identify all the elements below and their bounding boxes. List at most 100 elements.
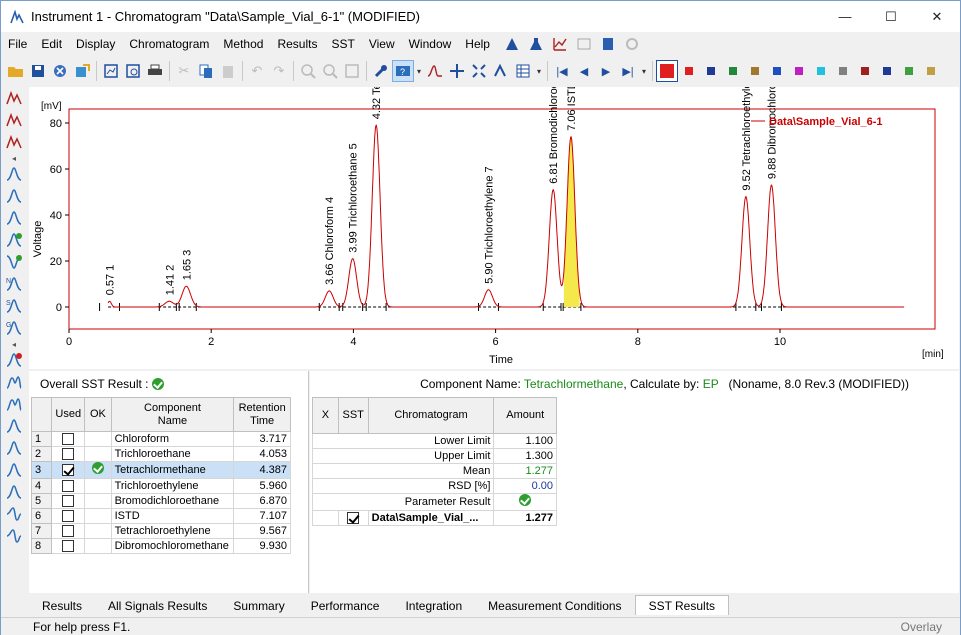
col-header-retention-time[interactable]: Retention Time	[233, 397, 291, 432]
baseline-icon[interactable]	[2, 163, 26, 185]
baseline-icon[interactable]	[2, 207, 26, 229]
baseline-icon[interactable]	[2, 185, 26, 207]
open-folder-icon[interactable]	[5, 60, 27, 82]
table-row[interactable]: RSD [%] 0.00	[311, 478, 557, 494]
export-icon[interactable]	[71, 60, 93, 82]
menu-help[interactable]: Help	[458, 33, 497, 55]
menu-file[interactable]: File	[1, 33, 34, 55]
table-icon[interactable]	[512, 60, 534, 82]
copy-icon[interactable]	[195, 60, 217, 82]
table-row[interactable]: Mean 1.277	[311, 463, 557, 479]
color-swatch[interactable]	[744, 60, 766, 82]
used-cell[interactable]	[51, 538, 86, 554]
table-row[interactable]: 7 Tetrachloroethylene 9.567	[30, 523, 291, 539]
peak-label[interactable]: 0.57 1	[105, 265, 117, 296]
undo-icon[interactable]: ↶	[246, 60, 268, 82]
wrench-icon[interactable]	[370, 60, 392, 82]
menu-view[interactable]: View	[362, 33, 402, 55]
table-row[interactable]: Lower Limit 1.100	[311, 433, 557, 449]
peak-label[interactable]: 3.99 Trichloroethane 5	[348, 143, 360, 252]
sst-checkbox[interactable]	[347, 512, 360, 525]
menu-edit[interactable]: Edit	[34, 33, 69, 55]
tab-results[interactable]: Results	[29, 597, 95, 615]
solvent-peak-icon[interactable]: S	[2, 295, 26, 317]
tangent-icon[interactable]	[2, 459, 26, 481]
menu-display[interactable]: Display	[69, 33, 122, 55]
color-swatch[interactable]	[722, 60, 744, 82]
tab-integration[interactable]: Integration	[392, 597, 475, 615]
peak-tools-icon[interactable]	[2, 87, 26, 109]
delete-peak-icon[interactable]	[2, 349, 26, 371]
used-checkbox[interactable]	[62, 480, 75, 493]
menu-sst[interactable]: SST	[324, 33, 361, 55]
tab-sst-results[interactable]: SST Results	[634, 595, 730, 615]
color-swatch[interactable]	[832, 60, 854, 82]
menu-window[interactable]: Window	[402, 33, 459, 55]
dropdown-arrow-icon[interactable]: ▾	[414, 60, 424, 82]
table-row[interactable]: 1 Chloroform 3.717	[30, 431, 291, 447]
peak-label[interactable]: 3.66 Chloroform 4	[324, 197, 336, 285]
used-cell[interactable]	[51, 493, 86, 509]
color-swatch[interactable]	[766, 60, 788, 82]
help-cursor-icon[interactable]: ?	[392, 60, 414, 82]
color-swatch[interactable]	[898, 60, 920, 82]
peak-label[interactable]: 4.32 Tetrachlormethane 6	[371, 87, 383, 119]
table-row[interactable]: 4 Trichloroethylene 5.960	[30, 478, 291, 494]
report-icon[interactable]	[100, 60, 122, 82]
tab-all-signals-results[interactable]: All Signals Results	[95, 597, 220, 615]
flask-icon[interactable]	[527, 35, 545, 53]
first-icon[interactable]: |◀	[551, 60, 573, 82]
zoom-out-icon[interactable]	[319, 60, 341, 82]
zoom-fit-icon[interactable]	[341, 60, 363, 82]
table-row[interactable]: Upper Limit 1.300	[311, 448, 557, 464]
previous-icon[interactable]: ◀	[573, 60, 595, 82]
peak-label[interactable]: 9.52 Tetrachloroethylene 10	[741, 87, 753, 191]
peak-label[interactable]: 6.81 Bromodichloroethane 8	[548, 87, 560, 184]
col-header-amount[interactable]: Amount	[493, 397, 557, 434]
cut-icon[interactable]: ✂	[173, 60, 195, 82]
instrument-icon[interactable]	[503, 35, 521, 53]
col-header-component-name[interactable]: Component Name	[110, 397, 235, 432]
peak-width-icon[interactable]	[2, 503, 26, 525]
negative-peak-icon[interactable]: N	[2, 273, 26, 295]
peak-label[interactable]: 9.88 Dibromochloromethane 11	[767, 87, 779, 179]
table-row[interactable]: 3 Tetrachlormethane 4.387	[30, 461, 291, 479]
redo-icon[interactable]: ↷	[268, 60, 290, 82]
color-swatch[interactable]	[700, 60, 722, 82]
table-row[interactable]: 5 Bromodichloroethane 6.870	[30, 493, 291, 509]
chart-icon[interactable]	[551, 35, 569, 53]
col-header-ok[interactable]: OK	[84, 397, 112, 432]
table-row[interactable]: Parameter Result	[311, 493, 557, 511]
split-peak-icon[interactable]	[2, 393, 26, 415]
color-swatch[interactable]	[854, 60, 876, 82]
menu-method[interactable]: Method	[216, 33, 270, 55]
table-row[interactable]: 2 Trichloroethane 4.053	[30, 446, 291, 462]
used-checkbox[interactable]	[62, 433, 75, 446]
zoom-in-icon[interactable]	[297, 60, 319, 82]
peak-tools-icon[interactable]	[2, 109, 26, 131]
paste-icon[interactable]	[217, 60, 239, 82]
dropdown-arrow-icon[interactable]: ▾	[534, 60, 544, 82]
peak-label[interactable]: 7.06 ISTD 9	[566, 87, 578, 131]
used-cell[interactable]	[51, 508, 86, 524]
sst-cell[interactable]	[337, 510, 369, 526]
close-file-icon[interactable]	[49, 60, 71, 82]
chromatogram-pane[interactable]: [mV] Voltage Time [min] 0 20 40 60 80 0 2 4 6 8 1…	[29, 87, 959, 369]
tangent-icon[interactable]	[2, 415, 26, 437]
col-header-x[interactable]: X	[312, 397, 339, 434]
color-swatch-active[interactable]	[656, 60, 678, 82]
move-icon[interactable]	[446, 60, 468, 82]
used-checkbox[interactable]	[62, 525, 75, 538]
add-peak-icon[interactable]	[2, 251, 26, 273]
col-header-used[interactable]: Used	[51, 397, 86, 432]
group-peak-icon[interactable]: G	[2, 317, 26, 339]
calculator-icon[interactable]	[599, 35, 617, 53]
color-swatch[interactable]	[810, 60, 832, 82]
image-icon[interactable]	[575, 35, 593, 53]
last-icon[interactable]: ▶|	[617, 60, 639, 82]
used-checkbox[interactable]	[62, 448, 75, 461]
tab-performance[interactable]: Performance	[298, 597, 393, 615]
print-preview-icon[interactable]	[122, 60, 144, 82]
color-swatch[interactable]	[876, 60, 898, 82]
used-cell[interactable]	[51, 478, 86, 494]
